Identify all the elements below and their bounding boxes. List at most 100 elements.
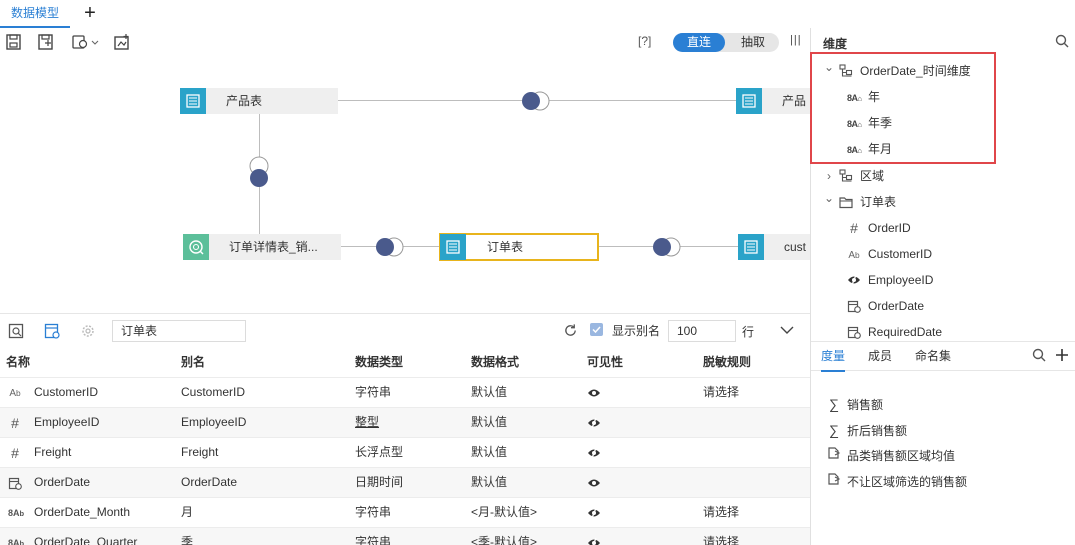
measure-label: 折后销售额 bbox=[847, 424, 908, 438]
gear-icon[interactable] bbox=[80, 323, 96, 339]
row-count-input[interactable]: 100 bbox=[668, 320, 736, 342]
save-as-icon[interactable] bbox=[37, 34, 55, 50]
field-data-type[interactable]: 字符串 bbox=[355, 528, 391, 545]
measure-item[interactable]: 品类销售额区域均值 bbox=[827, 443, 955, 469]
table-name-input[interactable]: 订单表 bbox=[112, 320, 246, 342]
tab-named-sets[interactable]: 命名集 bbox=[915, 342, 951, 370]
tree-item[interactable]: 8A⌂ 年 bbox=[811, 84, 1071, 110]
node-label: 订单表 bbox=[487, 240, 524, 254]
check-icon bbox=[592, 326, 601, 334]
hidden-icon[interactable] bbox=[587, 416, 601, 430]
tree-item-label: OrderDate bbox=[868, 299, 925, 313]
field-alias[interactable]: 月 bbox=[181, 498, 193, 528]
field-mask-rule[interactable]: 请选择 bbox=[703, 378, 739, 408]
field-alias[interactable]: CustomerID bbox=[181, 378, 245, 408]
table-row[interactable]: Ab CustomerID CustomerID 字符串 默认值 请选择 bbox=[0, 377, 810, 407]
field-alias[interactable]: OrderDate bbox=[181, 468, 237, 498]
tree-item[interactable]: OrderDate bbox=[811, 293, 1071, 319]
search-icon[interactable] bbox=[1032, 348, 1046, 362]
sum-icon: ∑ bbox=[829, 396, 839, 412]
tree-item[interactable]: › 区域 bbox=[811, 163, 1071, 189]
join-icon[interactable] bbox=[520, 91, 552, 111]
column-header[interactable]: 别名 bbox=[181, 347, 205, 377]
column-header[interactable]: 脱敏规则 bbox=[703, 347, 751, 377]
field-format[interactable]: 默认值 bbox=[471, 408, 507, 438]
save-icon[interactable] bbox=[5, 34, 23, 50]
add-tab-button[interactable]: + bbox=[80, 2, 100, 24]
tree-item[interactable]: EmployeeID bbox=[811, 267, 1071, 293]
table-row[interactable]: 8Ab OrderDate_Quarter 季 字符串 <季-默认值> 请选择 bbox=[0, 527, 810, 545]
data-source-settings-icon[interactable] bbox=[71, 34, 101, 50]
help-button[interactable]: [?] bbox=[638, 34, 651, 48]
hidden-icon[interactable] bbox=[587, 536, 601, 545]
field-data-type[interactable]: 字符串 bbox=[355, 498, 391, 528]
column-header[interactable]: 数据类型 bbox=[355, 347, 403, 377]
field-format[interactable]: <月-默认值> bbox=[471, 498, 537, 528]
field-data-type[interactable]: 整型 bbox=[355, 408, 379, 438]
hidden-icon[interactable] bbox=[587, 446, 601, 460]
hidden-icon[interactable] bbox=[587, 506, 601, 520]
table-row[interactable]: OrderDate OrderDate 日期时间 默认值 bbox=[0, 467, 810, 497]
join-icon[interactable] bbox=[249, 156, 269, 190]
preview-icon[interactable] bbox=[8, 323, 24, 339]
field-alias[interactable]: Freight bbox=[181, 438, 218, 468]
field-mask-rule[interactable]: 请选择 bbox=[703, 498, 739, 528]
tree-item[interactable]: # OrderID bbox=[811, 215, 1071, 241]
field-settings-icon[interactable] bbox=[44, 323, 60, 339]
join-icon[interactable] bbox=[374, 237, 406, 257]
field-format[interactable]: 默认值 bbox=[471, 438, 507, 468]
calc-measure-icon bbox=[827, 443, 841, 469]
column-header[interactable]: 可见性 bbox=[587, 347, 623, 377]
column-header[interactable]: 名称 bbox=[6, 347, 30, 377]
field-data-type[interactable]: 日期时间 bbox=[355, 468, 403, 498]
tree-item[interactable]: Ab CustomerID bbox=[811, 241, 1071, 267]
search-icon[interactable] bbox=[1055, 34, 1069, 48]
chevron-down-icon[interactable] bbox=[779, 325, 795, 335]
table-node-customer[interactable]: cust bbox=[738, 234, 810, 260]
add-icon[interactable] bbox=[1055, 348, 1069, 362]
refresh-model-icon[interactable] bbox=[113, 34, 131, 50]
field-alias[interactable]: 季 bbox=[181, 528, 193, 545]
field-name: Freight bbox=[34, 445, 72, 459]
field-alias[interactable]: EmployeeID bbox=[181, 408, 246, 438]
tree-item[interactable]: ⌄ OrderDate_时间维度 bbox=[811, 58, 1071, 84]
field-data-type[interactable]: 长浮点型 bbox=[355, 438, 403, 468]
table-row[interactable]: # Freight Freight 长浮点型 默认值 bbox=[0, 437, 810, 467]
field-data-type[interactable]: 字符串 bbox=[355, 378, 391, 408]
chevron-down-icon[interactable]: ⌄ bbox=[823, 185, 835, 211]
measure-item[interactable]: ∑ 折后销售额 bbox=[827, 417, 907, 443]
join-icon[interactable] bbox=[651, 237, 683, 257]
measure-item[interactable]: 不让区域筛选的销售额 bbox=[827, 469, 967, 495]
tree-item[interactable]: 8A⌂ 年季 bbox=[811, 110, 1071, 136]
refresh-icon[interactable] bbox=[563, 323, 578, 338]
table-node-orders[interactable]: 订单表 bbox=[439, 233, 599, 261]
table-row[interactable]: # EmployeeID EmployeeID 整型 默认值 bbox=[0, 407, 810, 437]
field-format[interactable]: 默认值 bbox=[471, 468, 507, 498]
query-icon bbox=[183, 234, 209, 260]
tree-item[interactable]: 8A⌂ 年月 bbox=[811, 136, 1071, 162]
show-alias-checkbox[interactable] bbox=[590, 323, 603, 336]
column-header[interactable]: 数据格式 bbox=[471, 347, 519, 377]
measure-item[interactable]: ∑ 销售额 bbox=[827, 391, 883, 417]
table-row[interactable]: 8Ab OrderDate_Month 月 字符串 <月-默认值> 请选择 bbox=[0, 497, 810, 527]
model-canvas[interactable]: 产品表 产品 订单详情表_销... 订单表 cust bbox=[0, 56, 810, 312]
visible-icon[interactable] bbox=[587, 386, 601, 400]
chevron-down-icon[interactable]: ⌄ bbox=[823, 54, 835, 80]
number-icon: # bbox=[11, 415, 19, 431]
table-node-product-2[interactable]: 产品 bbox=[736, 88, 810, 114]
tab-data-model[interactable]: 数据模型 bbox=[0, 0, 70, 28]
field-format[interactable]: <季-默认值> bbox=[471, 528, 537, 545]
visible-icon[interactable] bbox=[587, 476, 601, 490]
tab-measures[interactable]: 度量 bbox=[821, 342, 846, 372]
query-node-order-detail[interactable]: 订单详情表_销... bbox=[183, 234, 341, 260]
field-format[interactable]: 默认值 bbox=[471, 378, 507, 408]
date-text-icon: 8Ab bbox=[8, 538, 25, 545]
table-node-product[interactable]: 产品表 bbox=[180, 88, 338, 114]
tab-members[interactable]: 成员 bbox=[868, 342, 892, 370]
direct-connect-button[interactable]: 直连 bbox=[673, 33, 725, 52]
panel-toggle-icon[interactable]: ||| bbox=[790, 34, 802, 46]
field-mask-rule[interactable]: 请选择 bbox=[703, 528, 739, 545]
extract-button[interactable]: 抽取 bbox=[727, 33, 779, 52]
tree-item[interactable]: ⌄ 订单表 bbox=[811, 189, 1071, 215]
dimension-panel: 维度 ⌄ OrderDate_时间维度 8A⌂ 年 8A⌂ 年季 8A⌂ 年月 › 区域 ⌄ 订单表 #… bbox=[810, 28, 1075, 545]
